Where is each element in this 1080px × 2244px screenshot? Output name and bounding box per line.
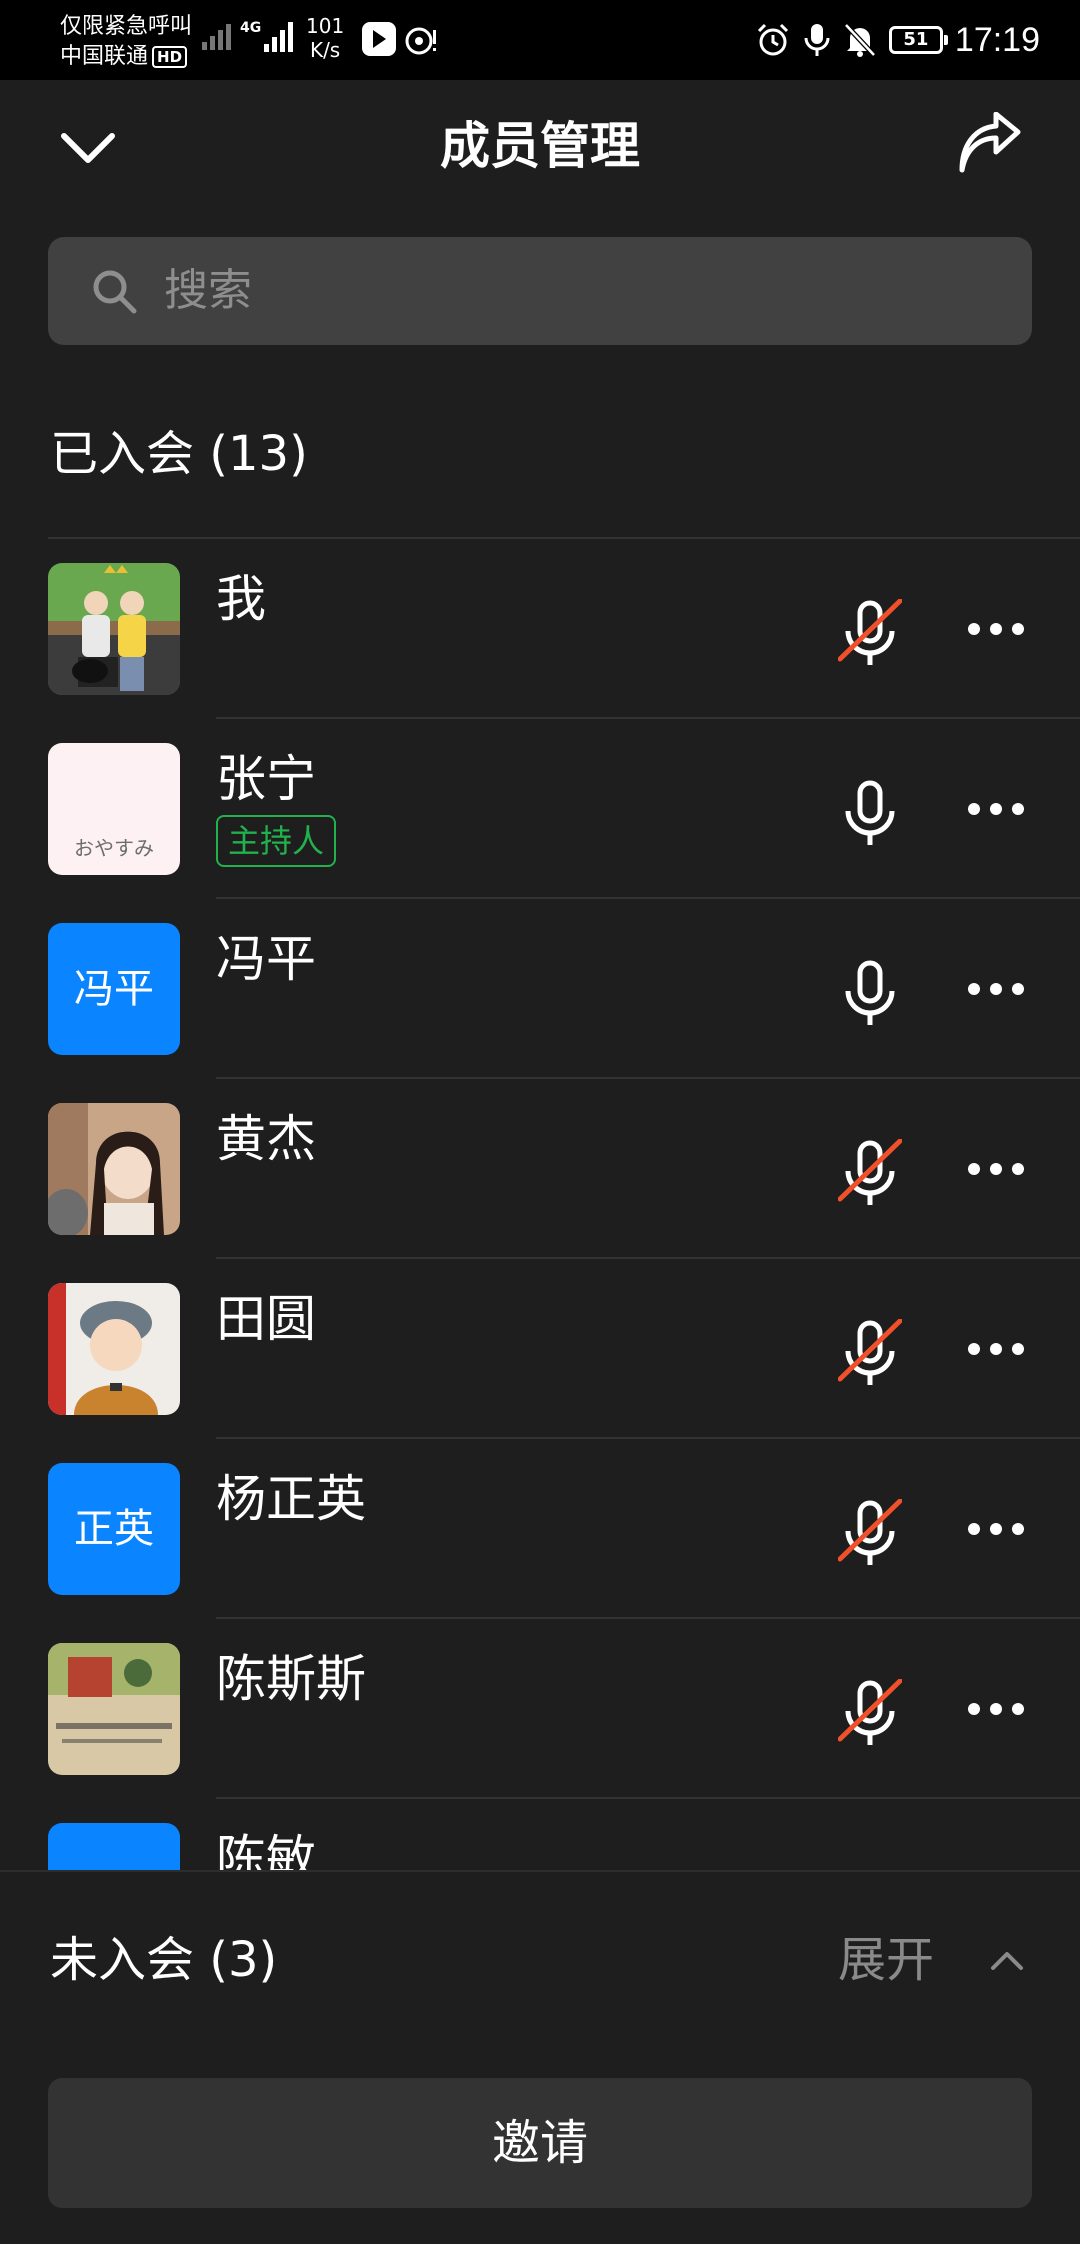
member-row[interactable]: 正英 杨正英 bbox=[0, 1439, 1080, 1619]
carrier-name: 中国联通 bbox=[60, 44, 149, 69]
alarm-icon bbox=[757, 23, 788, 56]
avatar: おやすみ bbox=[48, 743, 180, 875]
avatar: 正英 bbox=[48, 1463, 180, 1595]
signal-strength-icon bbox=[264, 22, 293, 52]
hd-badge: HD bbox=[152, 46, 188, 68]
member-name: 冯平 bbox=[216, 930, 316, 988]
speed-unit: K/s bbox=[309, 38, 341, 62]
carrier-info: 仅限紧急呼叫 中国联通 HD bbox=[60, 12, 192, 72]
member-name: 杨正英 bbox=[216, 1470, 366, 1528]
search-bar[interactable]: 搜索 bbox=[48, 237, 1032, 345]
microphone-status-icon bbox=[804, 24, 830, 56]
member-name: 黄杰 bbox=[216, 1110, 316, 1168]
microphone-muted-icon[interactable] bbox=[838, 1679, 902, 1749]
top-bar: 成员管理 bbox=[0, 80, 1080, 220]
clock: 17:19 bbox=[954, 20, 1040, 59]
member-row[interactable]: 冯平 冯平 bbox=[0, 899, 1080, 1079]
microphone-muted-icon[interactable] bbox=[838, 1319, 902, 1389]
more-options-icon[interactable] bbox=[966, 1159, 1026, 1179]
more-options-icon[interactable] bbox=[966, 1699, 1026, 1719]
microphone-icon[interactable] bbox=[838, 959, 902, 1029]
speed-value: 101 bbox=[306, 14, 345, 38]
emergency-text: 仅限紧急呼叫 bbox=[60, 14, 193, 39]
member-name: 陈斯斯 bbox=[216, 1650, 366, 1708]
network-type: 4G bbox=[240, 20, 262, 36]
silent-bell-icon bbox=[844, 23, 876, 57]
avatar bbox=[48, 1103, 180, 1235]
microphone-muted-icon[interactable] bbox=[838, 1499, 902, 1569]
member-name: 我 bbox=[216, 570, 266, 628]
microphone-muted-icon[interactable] bbox=[838, 1139, 902, 1209]
microphone-icon[interactable] bbox=[838, 779, 902, 849]
expand-button[interactable]: 展开 bbox=[838, 1930, 934, 1990]
not-joined-section-title: 未入会 (3) bbox=[50, 1932, 278, 1988]
page-title: 成员管理 bbox=[440, 117, 640, 175]
host-badge: 主持人 bbox=[216, 815, 337, 867]
member-list[interactable]: 我 おやすみ 张宁 主持人 冯平 冯平 黄杰 田圆 正英 杨正英 陈斯斯 陈敏 bbox=[0, 539, 1080, 1870]
member-row[interactable]: 陈敏 bbox=[0, 1799, 1080, 1870]
member-name: 田圆 bbox=[216, 1290, 316, 1348]
signal-icon bbox=[202, 24, 231, 50]
member-name: 张宁 bbox=[216, 750, 316, 808]
app-notification-icon bbox=[362, 22, 396, 56]
more-options-icon[interactable] bbox=[966, 799, 1026, 819]
member-row[interactable]: 田圆 bbox=[0, 1259, 1080, 1439]
avatar bbox=[48, 1823, 180, 1870]
member-name: 陈敏 bbox=[216, 1830, 316, 1870]
more-options-icon[interactable] bbox=[966, 619, 1026, 639]
member-row[interactable]: おやすみ 张宁 主持人 bbox=[0, 719, 1080, 899]
more-options-icon[interactable] bbox=[966, 979, 1026, 999]
invite-button[interactable]: 邀请 bbox=[48, 2078, 1032, 2208]
joined-section-title: 已入会 (13) bbox=[50, 426, 308, 482]
more-options-icon[interactable] bbox=[966, 1519, 1026, 1539]
status-bar: 仅限紧急呼叫 中国联通 HD 4G 101 K/s 51 17:19 bbox=[0, 0, 1080, 80]
chevron-up-icon[interactable] bbox=[990, 1944, 1024, 1978]
bottom-panel: 未入会 (3) 展开 邀请 bbox=[0, 1870, 1080, 2244]
microphone-muted-icon[interactable] bbox=[838, 599, 902, 669]
member-row[interactable]: 我 bbox=[0, 539, 1080, 719]
avatar: 冯平 bbox=[48, 923, 180, 1055]
member-row[interactable]: 黄杰 bbox=[0, 1079, 1080, 1259]
search-icon bbox=[93, 270, 137, 314]
avatar bbox=[48, 1643, 180, 1775]
member-row[interactable]: 陈斯斯 bbox=[0, 1619, 1080, 1799]
share-icon[interactable] bbox=[956, 112, 1024, 180]
avatar bbox=[48, 1283, 180, 1415]
avatar bbox=[48, 563, 180, 695]
battery-icon: 51 bbox=[888, 26, 948, 54]
avatar-caption: おやすみ bbox=[74, 836, 154, 860]
hotspot-icon bbox=[405, 27, 436, 55]
network-speed: 101 K/s bbox=[306, 14, 344, 62]
search-input[interactable]: 搜索 bbox=[164, 263, 252, 319]
more-options-icon[interactable] bbox=[966, 1339, 1026, 1359]
